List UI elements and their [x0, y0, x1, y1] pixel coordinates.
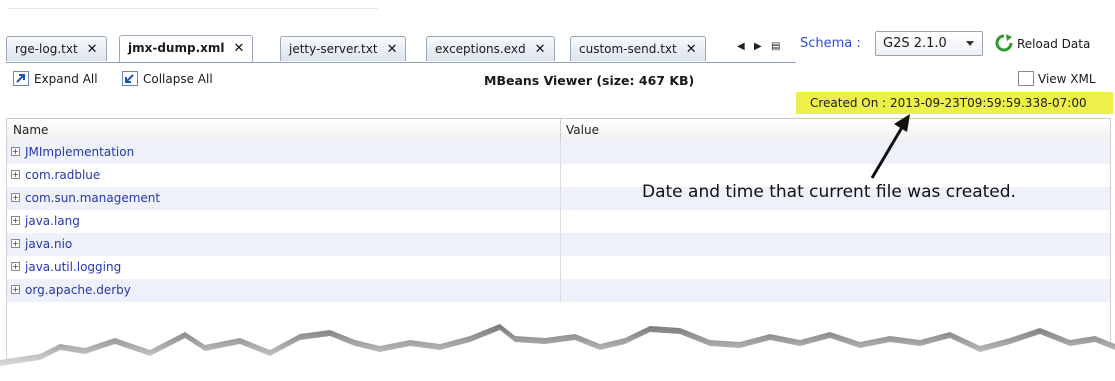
expand-all-icon	[13, 71, 29, 86]
table-row[interactable]: + java.util.logging	[7, 256, 1110, 279]
tab-left-icon[interactable]: ◀	[737, 41, 745, 52]
tab-label: jmx-dump.xml	[128, 41, 225, 55]
reload-button[interactable]: Reload Data	[995, 34, 1090, 52]
view-xml-button[interactable]: View XML	[1018, 71, 1096, 86]
reload-label: Reload Data	[1017, 37, 1091, 51]
tab-label: jetty-server.txt	[289, 42, 378, 56]
tree-expand-icon[interactable]: +	[11, 262, 20, 271]
tree-node-label[interactable]: java.util.logging	[25, 260, 121, 274]
tab-jetty-server[interactable]: jetty-server.txt ✕	[280, 36, 407, 61]
column-header-value[interactable]: Value	[566, 123, 599, 137]
tab-custom-send[interactable]: custom-send.txt ✕	[570, 36, 706, 61]
close-icon[interactable]: ✕	[686, 42, 697, 57]
tab-label: exceptions.exd	[435, 42, 526, 56]
torn-edge	[0, 324, 1115, 381]
tab-label: custom-send.txt	[579, 42, 677, 56]
created-on-label: Created On : 2013-09-23T09:59:59.338-07:…	[796, 92, 1113, 114]
reload-icon	[995, 34, 1013, 52]
cell-divider	[560, 256, 561, 279]
cell-divider	[560, 233, 561, 256]
arrow-icon	[870, 114, 910, 179]
tree-expand-icon[interactable]: +	[11, 170, 20, 179]
tree-expand-icon[interactable]: +	[11, 193, 20, 202]
cell-divider	[560, 187, 561, 210]
tree-node-label[interactable]: java.nio	[25, 237, 72, 251]
tree-expand-icon[interactable]: +	[11, 216, 20, 225]
close-icon[interactable]: ✕	[87, 42, 98, 57]
expand-all-button[interactable]: Expand All	[13, 71, 98, 86]
table-row[interactable]: + JMImplementation	[7, 141, 1110, 164]
table-header: Name Value	[7, 118, 1110, 142]
close-icon[interactable]: ✕	[535, 42, 546, 57]
cell-divider	[560, 141, 561, 164]
tab-right-icon[interactable]: ▶	[754, 41, 762, 52]
tree-node-label[interactable]: com.sun.management	[25, 191, 160, 205]
cell-divider	[560, 279, 561, 302]
tree-node-label[interactable]: org.apache.derby	[25, 283, 131, 297]
top-strip	[0, 0, 1115, 34]
schema-select[interactable]: G2S 2.1.0	[875, 31, 983, 56]
column-divider[interactable]	[560, 119, 561, 141]
viewer-title: MBeans Viewer (size: 467 KB)	[484, 73, 695, 88]
tab-list-icon[interactable]: ▤	[771, 41, 780, 52]
tab-jmx-dump[interactable]: jmx-dump.xml ✕	[119, 35, 254, 62]
column-header-name[interactable]: Name	[13, 123, 48, 137]
schema-value: G2S 2.1.0	[883, 36, 947, 51]
cell-divider	[560, 164, 561, 187]
tab-rge-log[interactable]: rge-log.txt ✕	[6, 36, 107, 61]
schema-label: Schema :	[800, 36, 861, 51]
tree-node-label[interactable]: JMImplementation	[25, 145, 134, 159]
table-row[interactable]: + java.nio	[7, 233, 1110, 256]
divider	[8, 8, 378, 9]
tree-expand-icon[interactable]: +	[11, 285, 20, 294]
tree-node-label[interactable]: java.lang	[25, 214, 80, 228]
tree-expand-icon[interactable]: +	[11, 147, 20, 156]
collapse-all-label: Collapse All	[143, 72, 213, 86]
cell-divider	[560, 210, 561, 233]
tab-bar: rge-log.txt ✕ jmx-dump.xml ✕ jetty-server.…	[6, 34, 796, 63]
dropdown-caret-icon	[966, 41, 974, 46]
tab-label: rge-log.txt	[15, 42, 78, 56]
collapse-all-button[interactable]: Collapse All	[122, 71, 213, 86]
table-row[interactable]: + org.apache.derby	[7, 279, 1110, 302]
view-xml-label: View XML	[1038, 72, 1096, 86]
tree-expand-icon[interactable]: +	[11, 239, 20, 248]
close-icon[interactable]: ✕	[233, 41, 244, 56]
tab-exceptions[interactable]: exceptions.exd ✕	[426, 36, 555, 61]
close-icon[interactable]: ✕	[387, 42, 398, 57]
view-xml-icon	[1018, 71, 1034, 86]
collapse-all-icon	[122, 71, 138, 86]
table-row[interactable]: + java.lang	[7, 210, 1110, 233]
annotation-text: Date and time that current file was crea…	[642, 182, 1016, 202]
expand-all-label: Expand All	[34, 72, 98, 86]
tree-node-label[interactable]: com.radblue	[25, 168, 100, 182]
